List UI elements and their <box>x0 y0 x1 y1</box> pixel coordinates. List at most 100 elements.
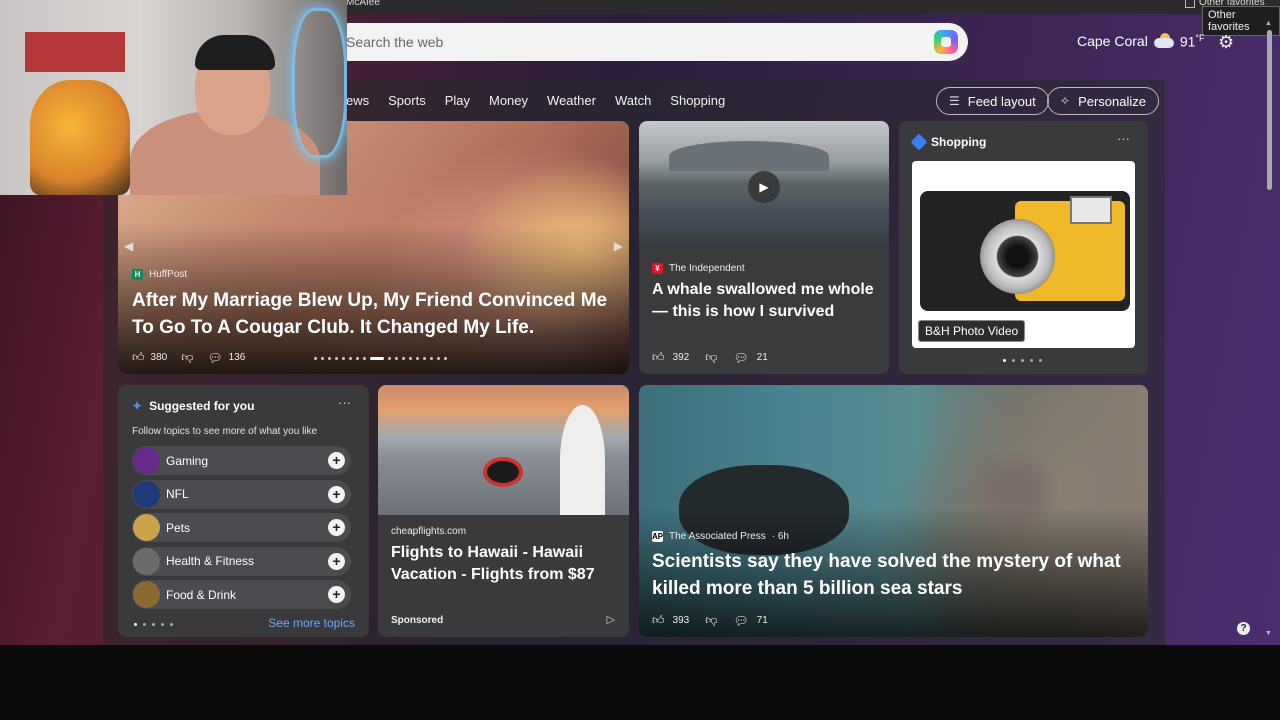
nav-item-weather[interactable]: Weather <box>547 93 596 108</box>
article-reactions: 👍︎ 380 👎︎ 💬︎ 136 <box>132 350 245 365</box>
health-avatar-icon <box>133 547 160 575</box>
see-more-topics-link[interactable]: See more topics <box>268 616 355 630</box>
page-scrollbar[interactable]: ▲ ▼ <box>1265 20 1275 645</box>
folder-icon <box>1185 0 1195 8</box>
topic-nfl[interactable]: NFL + <box>132 479 351 509</box>
thumbs-down-icon[interactable]: 👎︎ <box>181 350 193 365</box>
thumbs-down-icon[interactable]: 👎︎ <box>705 350 717 365</box>
source-name: HuffPost <box>149 269 188 280</box>
shopping-card[interactable]: Shopping ··· B&H Photo Video <box>899 121 1148 374</box>
seastars-article-card[interactable]: AP The Associated Press · 6h Scientists … <box>639 385 1148 637</box>
topic-food-drink[interactable]: Food & Drink + <box>132 580 351 610</box>
feed-layout-label: Feed layout <box>967 93 1036 109</box>
ap-logo-icon: AP <box>651 531 664 542</box>
topic-pets[interactable]: Pets + <box>132 513 351 543</box>
weather-widget[interactable]: Cape Coral 91°F <box>1077 33 1205 50</box>
suggested-subtitle: Follow topics to see more of what you li… <box>132 426 318 437</box>
comment-icon[interactable]: 💬︎ <box>733 351 748 365</box>
product-tile[interactable]: B&H Photo Video <box>912 161 1135 348</box>
letterbox-bar <box>0 645 1280 720</box>
personalize-label: Personalize <box>1078 93 1146 109</box>
thumbs-up-icon[interactable]: 👍︎ <box>132 350 145 365</box>
search-box[interactable]: Search the web <box>330 23 968 61</box>
topic-health-fitness[interactable]: Health & Fitness + <box>132 546 351 576</box>
whale-article-card[interactable]: ▶ ¥ The Independent A whale swallowed me… <box>639 121 889 374</box>
scrollbar-thumb[interactable] <box>1267 30 1272 190</box>
thumbs-down-icon[interactable]: 👎︎ <box>705 613 717 628</box>
article-source: AP The Associated Press · 6h <box>652 531 789 542</box>
nav-item-watch[interactable]: Watch <box>615 93 651 108</box>
add-topic-icon[interactable]: + <box>328 552 345 570</box>
topic-label: Pets <box>166 520 191 535</box>
copilot-icon[interactable] <box>934 30 958 54</box>
ad-image <box>378 385 629 515</box>
ad-choices-icon[interactable]: ▷ <box>607 613 615 626</box>
merchant-badge: B&H Photo Video <box>918 320 1026 342</box>
gear-icon[interactable]: ⚙ <box>1218 32 1234 53</box>
weather-temp: 91 <box>1179 33 1196 50</box>
nfl-avatar-icon <box>133 480 160 508</box>
article-reactions: 👍︎ 392 👎︎ 💬︎ 21 <box>652 350 768 365</box>
search-input[interactable]: Search the web <box>346 34 443 50</box>
article-title[interactable]: After My Marriage Blew Up, My Friend Con… <box>132 287 612 341</box>
sparkle-icon: ✦ <box>132 399 143 413</box>
topic-label: Food & Drink <box>166 587 237 602</box>
carousel-dots[interactable] <box>134 623 173 626</box>
thumbs-up-icon[interactable]: 👍︎ <box>652 350 665 365</box>
carousel-dots[interactable] <box>314 357 447 360</box>
article-age: · 6h <box>771 531 789 542</box>
feed-layout-button[interactable]: ☰ Feed layout <box>936 87 1049 115</box>
shopping-header: Shopping <box>910 133 986 151</box>
nav-item-shopping[interactable]: Shopping <box>670 93 725 108</box>
tab-fragment[interactable]: McAfee <box>346 0 380 8</box>
flights-ad-card[interactable]: cheapflights.com Flights to Hawaii - Haw… <box>378 385 629 637</box>
nav-item-money[interactable]: Money <box>489 93 528 108</box>
webcam-overlay <box>0 0 347 195</box>
source-name: The Independent <box>669 263 745 274</box>
nav-item-news[interactable]: ews <box>346 93 369 108</box>
sliders-icon: ☰ <box>949 94 960 108</box>
scroll-down-icon[interactable]: ▼ <box>1265 630 1272 637</box>
sponsored-label: Sponsored <box>391 615 444 626</box>
topic-list: Gaming + NFL + Pets + Health & Fitness + Foo… <box>132 446 351 614</box>
add-topic-icon[interactable]: + <box>328 586 345 604</box>
comment-icon[interactable]: 💬︎ <box>207 351 222 365</box>
scroll-up-icon[interactable]: ▲ <box>1265 20 1272 27</box>
topic-label: Health & Fitness <box>166 554 255 569</box>
more-options-icon[interactable]: ··· <box>1117 131 1130 146</box>
carousel-dots[interactable] <box>1003 359 1042 362</box>
nav-item-sports[interactable]: Sports <box>388 93 426 108</box>
play-icon[interactable]: ▶ <box>748 171 780 203</box>
add-topic-icon[interactable]: + <box>328 452 345 469</box>
ad-title[interactable]: Flights to Hawaii - Hawaii Vacation - Fl… <box>391 542 621 586</box>
browser-viewport: McAfee Other favorites Other favorites S… <box>0 0 1280 645</box>
article-title[interactable]: A whale swallowed me whole — this is how… <box>652 279 882 323</box>
nav-item-play[interactable]: Play <box>445 93 470 108</box>
add-topic-icon[interactable]: + <box>328 519 345 537</box>
carousel-prev-icon[interactable]: ◀ <box>124 239 133 253</box>
article-title[interactable]: Scientists say they have solved the myst… <box>652 548 1132 602</box>
suggested-header: ✦ Suggested for you <box>132 399 254 413</box>
food-avatar-icon <box>133 581 160 609</box>
comment-count: 21 <box>756 352 768 363</box>
weather-unit: °F <box>1195 33 1205 43</box>
huffpost-logo-icon: H <box>132 269 143 280</box>
comment-icon[interactable]: 💬︎ <box>733 614 748 628</box>
pets-avatar-icon <box>133 514 160 542</box>
add-topic-icon[interactable]: + <box>328 485 345 503</box>
topic-label: Gaming <box>166 453 209 468</box>
carousel-next-icon[interactable]: ▶ <box>614 239 623 253</box>
like-count: 393 <box>672 615 690 626</box>
help-icon[interactable]: ? <box>1237 622 1250 635</box>
article-source: H HuffPost <box>132 269 187 280</box>
comment-count: 136 <box>228 352 246 363</box>
like-count: 392 <box>672 352 690 363</box>
tag-icon <box>910 133 928 151</box>
article-reactions: 👍︎ 393 👎︎ 💬︎ 71 <box>652 613 768 628</box>
source-name: The Associated Press <box>669 531 766 542</box>
gaming-avatar-icon <box>133 447 160 474</box>
thumbs-up-icon[interactable]: 👍︎ <box>652 613 665 628</box>
personalize-button[interactable]: ✧ Personalize <box>1047 87 1159 115</box>
topic-gaming[interactable]: Gaming + <box>132 446 351 475</box>
more-options-icon[interactable]: ··· <box>338 395 351 410</box>
